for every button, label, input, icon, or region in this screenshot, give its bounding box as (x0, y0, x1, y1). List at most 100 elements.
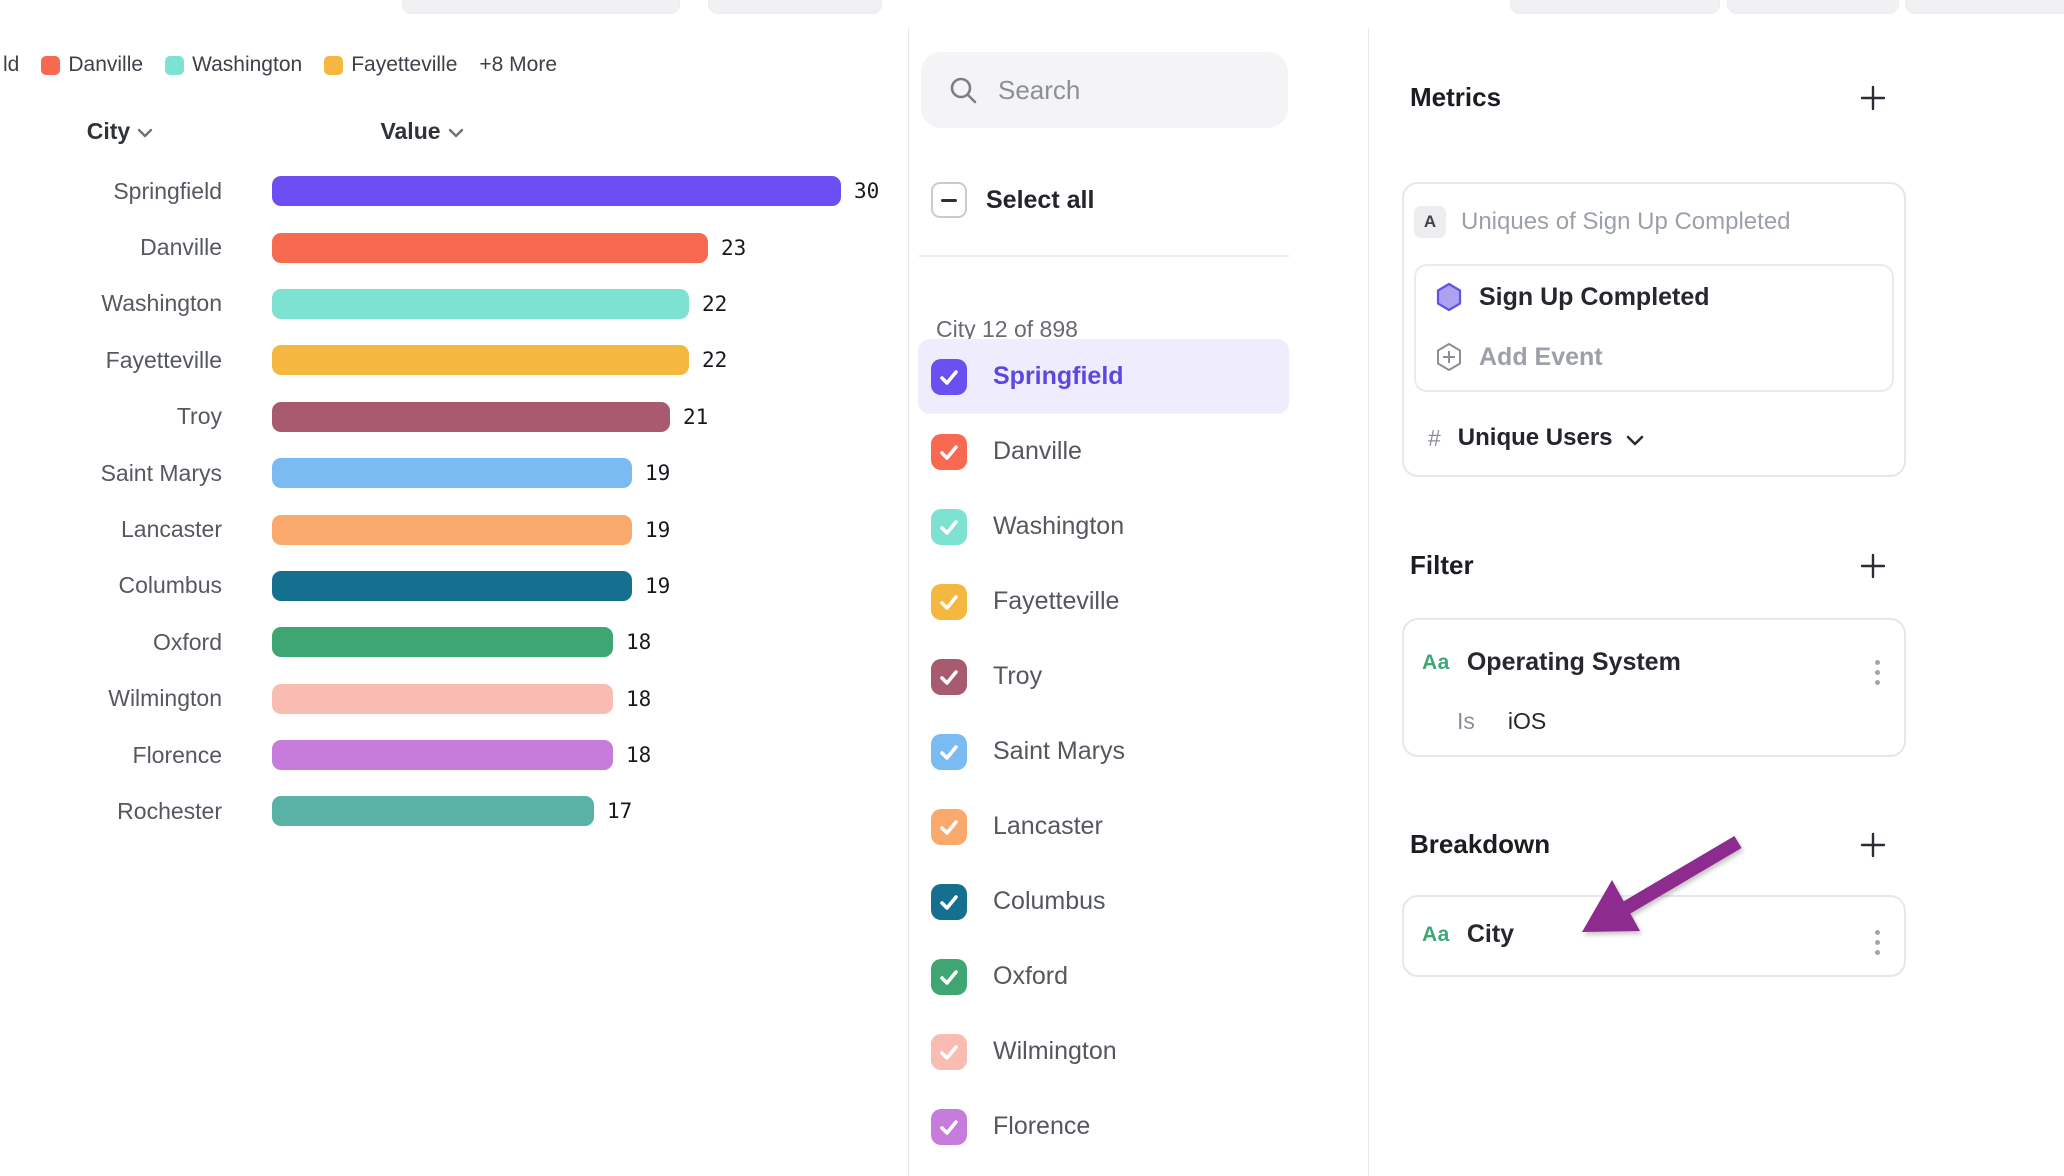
metrics-section-header: Metrics (1410, 82, 1888, 113)
filter-property-row[interactable]: Aa Operating System (1422, 648, 1681, 677)
chart-row-label: Rochester (0, 798, 222, 825)
select-all-checkbox[interactable] (931, 182, 967, 218)
city-option-washington[interactable]: Washington (918, 489, 1289, 564)
select-all-row[interactable]: Select all (931, 182, 1094, 218)
search-icon (948, 75, 978, 105)
filter-title: Filter (1410, 550, 1474, 581)
top-tab-fragment (1510, 0, 1720, 14)
checkbox-checked[interactable] (931, 1034, 967, 1070)
city-option-danville[interactable]: Danville (918, 414, 1289, 489)
measure-selector[interactable]: # Unique Users (1428, 424, 1644, 452)
checkbox-checked[interactable] (931, 359, 967, 395)
legend-item-washington[interactable]: Washington (165, 53, 302, 77)
chart-row-lancaster: Lancaster19 (0, 501, 879, 557)
check-icon (937, 665, 961, 689)
legend-color-chip (165, 56, 184, 75)
event-card: Sign Up Completed Add Event (1414, 264, 1894, 392)
chart-bar[interactable] (272, 402, 670, 432)
breakdown-section-header: Breakdown (1410, 829, 1888, 860)
city-option-label: Florence (993, 1112, 1090, 1141)
chart-bar-value: 30 (854, 179, 879, 203)
checkbox-checked[interactable] (931, 734, 967, 770)
city-option-springfield[interactable]: Springfield (918, 339, 1289, 414)
breakdown-property-label: City (1467, 920, 1514, 949)
chart-bar-value: 19 (645, 518, 670, 542)
chart-row-florence: Florence18 (0, 727, 879, 783)
chart-bar[interactable] (272, 571, 632, 601)
legend-item-ld[interactable]: ld (3, 53, 19, 77)
city-option-label: Washington (993, 512, 1124, 541)
legend-item-danville[interactable]: Danville (41, 53, 143, 77)
city-option-columbus[interactable]: Columbus (918, 864, 1289, 939)
checkbox-checked[interactable] (931, 659, 967, 695)
city-option-florence[interactable]: Florence (918, 1089, 1289, 1164)
indeterminate-dash-icon (941, 199, 957, 202)
column-header-city[interactable]: City (0, 118, 240, 145)
chart-bar[interactable] (272, 176, 841, 206)
add-event-button[interactable]: Add Event (1436, 342, 1603, 372)
city-option-wilmington[interactable]: Wilmington (918, 1014, 1289, 1089)
legend-more-button[interactable]: +8 More (479, 53, 557, 77)
chart-bar[interactable] (272, 515, 632, 545)
checkbox-checked[interactable] (931, 959, 967, 995)
hash-icon: # (1428, 425, 1441, 452)
city-option-troy[interactable]: Troy (918, 639, 1289, 714)
chart-row-rochester: Rochester17 (0, 783, 879, 839)
chart-row-label: Fayetteville (0, 347, 222, 374)
check-icon (937, 515, 961, 539)
chart-bar[interactable] (272, 796, 594, 826)
filter-value-label: iOS (1508, 708, 1546, 735)
check-icon (937, 890, 961, 914)
city-option-fayetteville[interactable]: Fayetteville (918, 564, 1289, 639)
plus-icon (1858, 551, 1888, 581)
checkbox-checked[interactable] (931, 509, 967, 545)
search-input[interactable] (996, 74, 1250, 107)
checkbox-checked[interactable] (931, 809, 967, 845)
checkbox-checked[interactable] (931, 1109, 967, 1145)
event-hexagon-icon (1436, 282, 1462, 312)
top-tab-fragment (708, 0, 882, 14)
filter-kebab-menu[interactable] (1869, 654, 1886, 691)
legend-item-label: Washington (192, 53, 302, 77)
add-breakdown-button[interactable] (1858, 830, 1888, 860)
city-option-lancaster[interactable]: Lancaster (918, 789, 1289, 864)
checkbox-checked[interactable] (931, 584, 967, 620)
breakdown-kebab-menu[interactable] (1869, 924, 1886, 961)
chart-row-label: Washington (0, 290, 222, 317)
add-event-hexagon-plus-icon (1436, 342, 1462, 372)
check-icon (937, 365, 961, 389)
city-option-oxford[interactable]: Oxford (918, 939, 1289, 1014)
chart-bar[interactable] (272, 740, 613, 770)
checkbox-checked[interactable] (931, 884, 967, 920)
chevron-down-icon (137, 128, 153, 138)
chart-bar[interactable] (272, 345, 689, 375)
add-filter-button[interactable] (1858, 551, 1888, 581)
chart-bar[interactable] (272, 233, 708, 263)
check-icon (937, 1040, 961, 1064)
metrics-title: Metrics (1410, 82, 1501, 113)
search-box[interactable] (921, 52, 1288, 128)
chart-bar[interactable] (272, 684, 613, 714)
column-header-value[interactable]: Value (272, 118, 572, 145)
chart-bar-value: 23 (721, 236, 746, 260)
chart-bar[interactable] (272, 289, 689, 319)
select-all-label: Select all (986, 186, 1094, 215)
breakdown-property-row[interactable]: Aa City (1422, 920, 1514, 949)
city-option-label: Springfield (993, 362, 1124, 391)
city-option-saint-marys[interactable]: Saint Marys (918, 714, 1289, 789)
chart-row-label: Danville (0, 234, 222, 261)
chart-bar[interactable] (272, 627, 613, 657)
event-row[interactable]: Sign Up Completed (1436, 282, 1710, 312)
breakdown-title: Breakdown (1410, 829, 1550, 860)
top-tab-fragment (402, 0, 680, 14)
check-icon (937, 740, 961, 764)
chart-row-label: Columbus (0, 572, 222, 599)
checkbox-checked[interactable] (931, 434, 967, 470)
chart-bar-value: 22 (702, 292, 727, 316)
divider (919, 255, 1289, 257)
legend-item-fayetteville[interactable]: Fayetteville (324, 53, 457, 77)
add-metric-button[interactable] (1858, 83, 1888, 113)
filter-condition-row[interactable]: Is iOS (1457, 708, 1546, 735)
chart-bar[interactable] (272, 458, 632, 488)
check-icon (937, 440, 961, 464)
